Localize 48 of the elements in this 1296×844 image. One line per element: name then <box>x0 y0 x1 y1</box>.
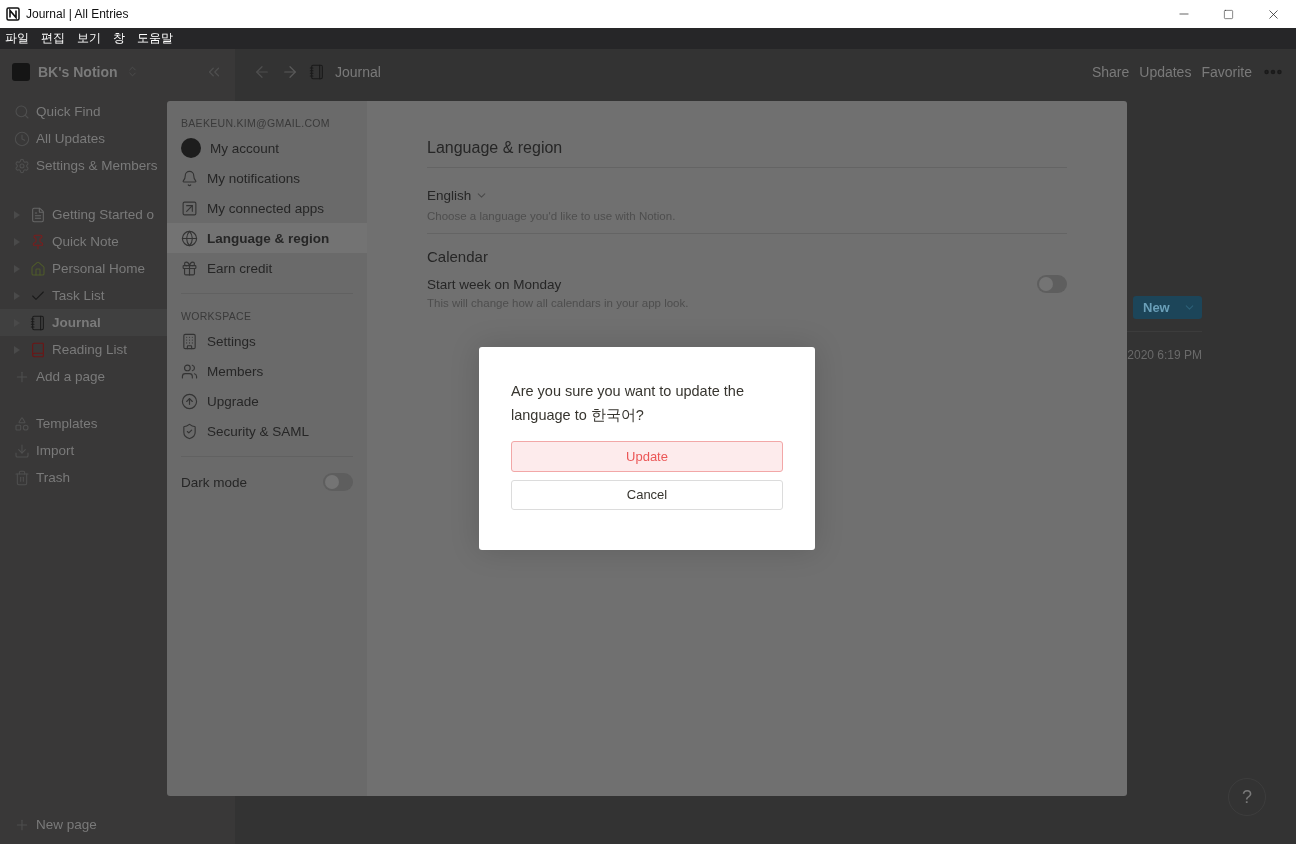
update-button[interactable]: Update <box>511 441 783 472</box>
house-icon <box>30 260 46 277</box>
arrow-square-icon <box>181 199 198 217</box>
topbar-action[interactable]: Favorite <box>1201 63 1252 80</box>
window-title: Journal | All Entries <box>26 7 130 21</box>
settings-menu-item[interactable]: Language & region <box>167 223 367 253</box>
bell-icon <box>181 169 198 187</box>
menu-item[interactable]: 창 <box>110 30 128 47</box>
settings-menu-item[interactable]: Earn credit <box>167 253 367 283</box>
notebook-icon <box>30 314 46 331</box>
confirm-message: Are you sure you want to update the language to 한국어? <box>511 382 745 425</box>
settings-menu-item[interactable]: Upgrade <box>167 386 367 416</box>
document-icon <box>30 206 46 223</box>
menu-item[interactable]: 보기 <box>74 30 104 47</box>
calendar-heading: Calendar <box>427 248 489 265</box>
new-button[interactable]: New <box>1133 296 1202 319</box>
maximize-icon <box>1223 8 1234 20</box>
pin-icon <box>30 233 46 250</box>
breadcrumb[interactable]: Journal <box>335 63 1082 80</box>
page-item[interactable]: Task List <box>0 282 235 309</box>
language-dropdown[interactable]: English <box>427 188 1067 203</box>
arrow-up-circle-icon <box>181 392 198 410</box>
new-page-item[interactable]: New page <box>0 811 235 838</box>
gift-icon <box>181 259 198 277</box>
building-icon <box>181 332 198 350</box>
dark-mode-label: Dark mode <box>181 474 248 490</box>
settings-menu-item[interactable]: My connected apps <box>167 193 367 223</box>
workspace-logo <box>12 62 30 81</box>
settings-title: Language & region <box>427 139 1067 168</box>
workspace-name[interactable]: BK's Notion <box>38 63 118 80</box>
people-icon <box>181 362 198 380</box>
settings-menu-item[interactable]: My account <box>167 133 367 163</box>
setting-label: Start week on Monday <box>427 276 562 292</box>
cancel-button[interactable]: Cancel <box>511 479 783 510</box>
notebook-icon <box>309 63 325 80</box>
shield-icon <box>181 422 198 440</box>
shapes-icon <box>14 415 30 432</box>
topbar-action[interactable]: Updates <box>1139 63 1192 80</box>
avatar <box>181 138 201 158</box>
menu-item[interactable]: 도움말 <box>134 30 176 47</box>
book-icon <box>30 341 46 358</box>
menu-item[interactable]: 파일 <box>2 30 32 47</box>
app-logo-icon <box>6 7 20 21</box>
globe-icon <box>181 229 198 247</box>
topbar-action[interactable]: Share <box>1091 63 1130 80</box>
settings-menu-item[interactable]: My notifications <box>167 163 367 193</box>
menu-item[interactable]: 편집 <box>38 30 68 47</box>
settings-menu-item[interactable]: Members <box>167 356 367 386</box>
